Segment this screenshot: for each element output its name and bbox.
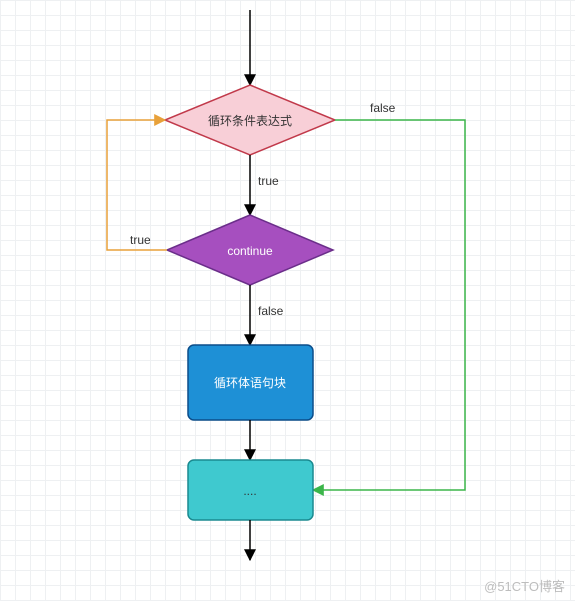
watermark-text: @51CTO博客: [484, 576, 565, 595]
edge-condition-true-label: true: [258, 174, 279, 188]
edge-continue-true-label: true: [130, 233, 151, 247]
edge-continue-true: [107, 120, 167, 250]
edge-continue-false-label: false: [258, 304, 284, 318]
node-end-label: ....: [243, 484, 256, 498]
flowchart-diagram: 循环条件表达式 false true continue true false 循…: [0, 0, 575, 601]
node-continue-label: continue: [227, 244, 273, 258]
edge-condition-false: [313, 120, 465, 490]
edge-condition-false-label: false: [370, 101, 396, 115]
node-body-label: 循环体语句块: [214, 376, 286, 390]
node-condition-label: 循环条件表达式: [208, 114, 292, 128]
